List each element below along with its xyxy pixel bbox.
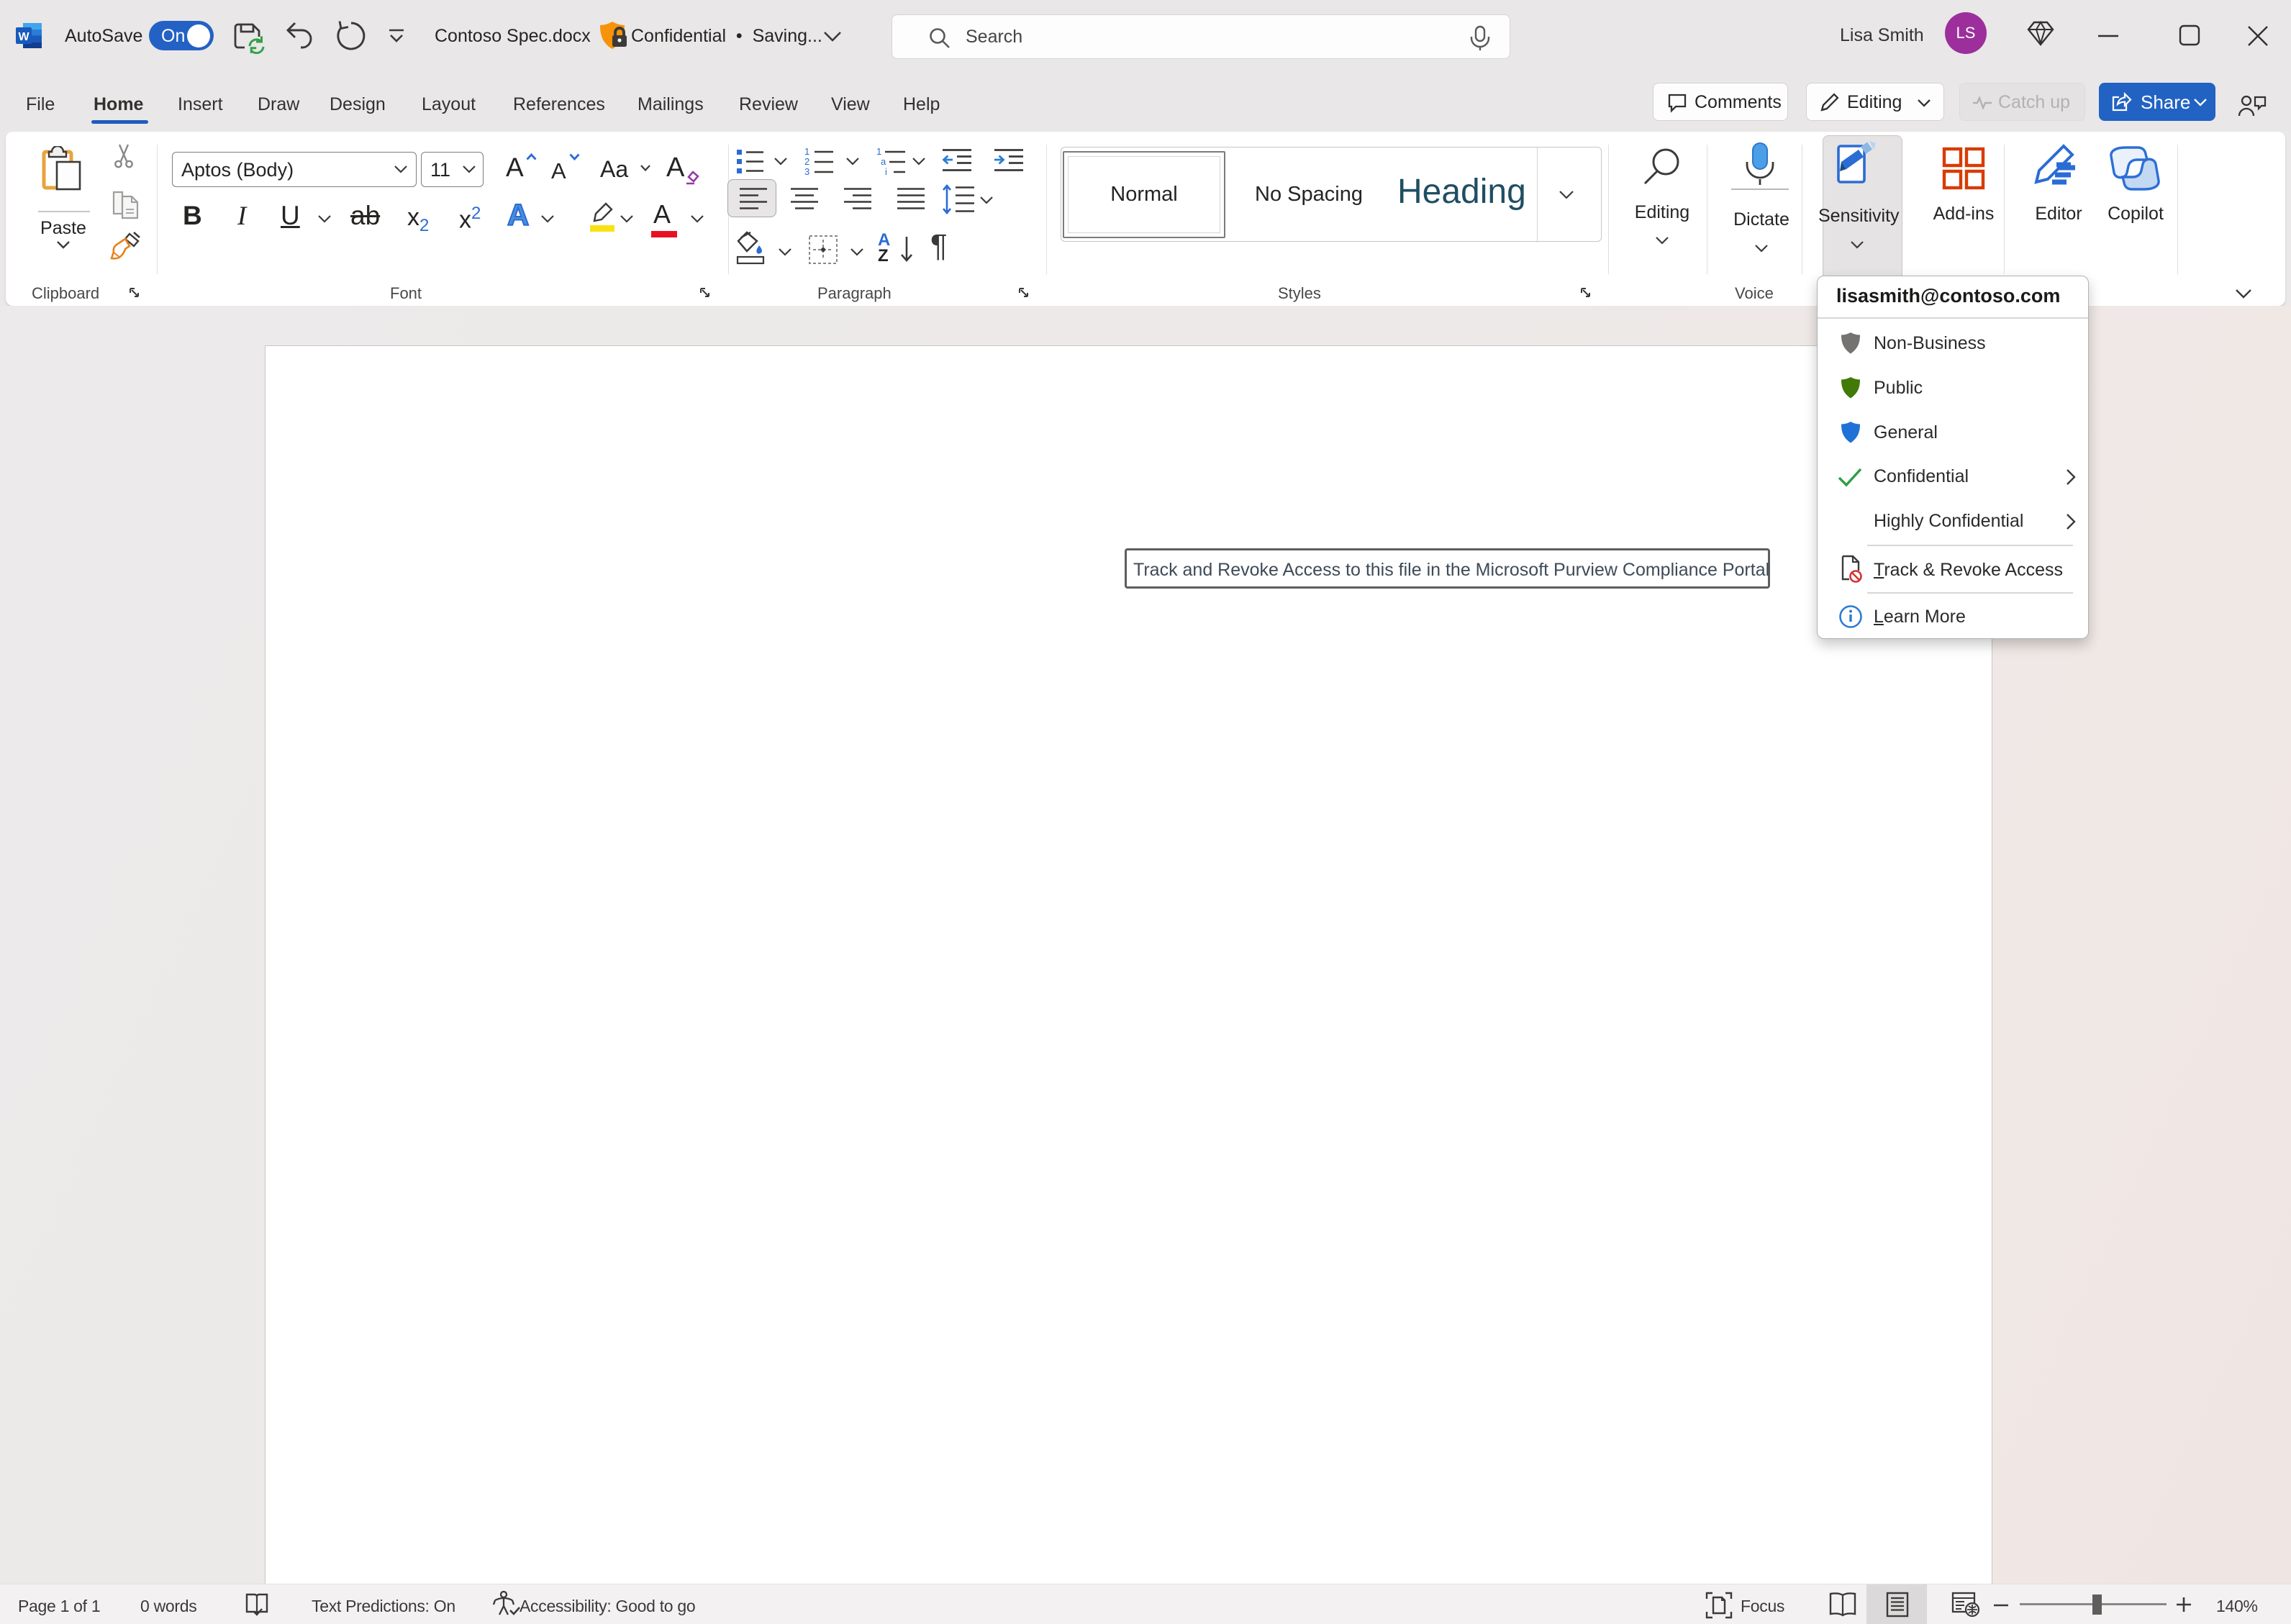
- svg-text:W: W: [18, 31, 30, 43]
- svg-text:2: 2: [804, 156, 809, 167]
- svg-text:i: i: [885, 166, 887, 176]
- svg-text:3: 3: [804, 166, 809, 176]
- svg-text:a: a: [881, 156, 886, 167]
- svg-text:1: 1: [876, 146, 881, 157]
- svg-text:1: 1: [804, 146, 809, 157]
